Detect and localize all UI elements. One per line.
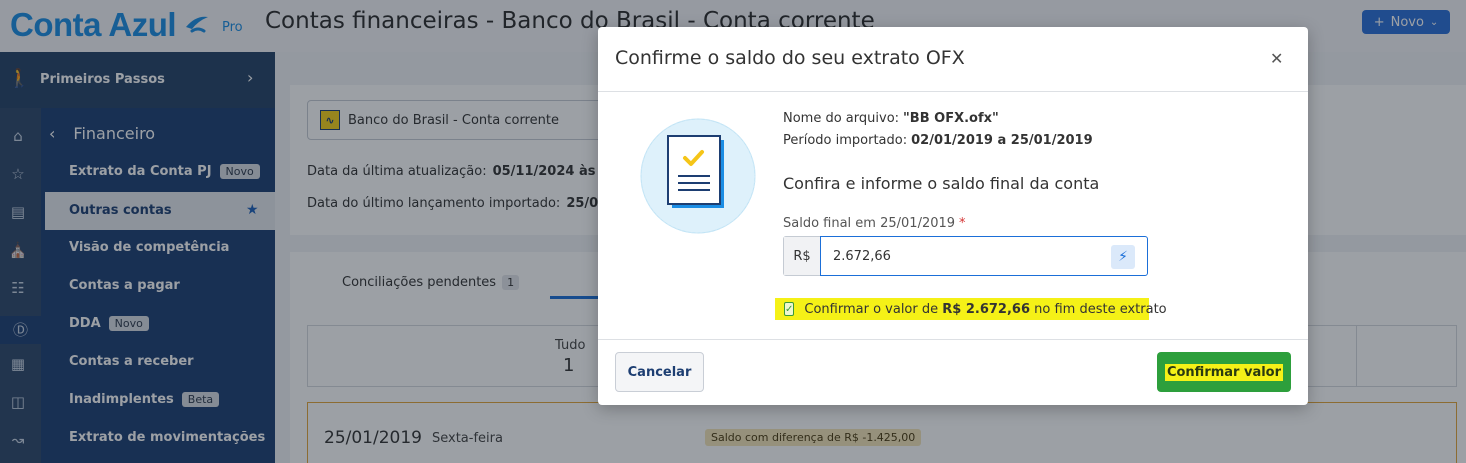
currency-prefix: R$: [784, 237, 821, 275]
imported-period: Período importado: 02/01/2019 a 25/01/201…: [783, 133, 1093, 148]
period-label: Período importado:: [783, 133, 908, 148]
close-icon[interactable]: ✕: [1270, 49, 1283, 68]
file-name: Nome do arquivo: "BB OFX.ofx": [783, 111, 999, 126]
confirm-value-button[interactable]: Confirmar valor: [1157, 352, 1291, 392]
confirm-value-checkbox-row[interactable]: ✓ Confirmar o valor de R$ 2.672,66 no fi…: [775, 298, 1167, 320]
lightning-icon[interactable]: ⚡: [1111, 245, 1135, 269]
file-name-label: Nome do arquivo:: [783, 111, 900, 126]
checkbox-checked[interactable]: ✓: [784, 302, 795, 316]
confirm-balance-dialog: Confirme o saldo do seu extrato OFX ✕ No…: [598, 27, 1308, 405]
dialog-subtitle: Confira e informe o saldo final da conta: [783, 174, 1100, 193]
dialog-title: Confirme o saldo do seu extrato OFX: [615, 47, 965, 69]
period-value: 02/01/2019 a 25/01/2019: [911, 133, 1093, 148]
file-name-value: "BB OFX.ofx": [903, 111, 999, 126]
final-balance-input[interactable]: [820, 236, 1148, 276]
final-balance-field: R$ ⚡: [783, 236, 1148, 276]
confirm-value-label: Confirmar valor: [1164, 363, 1284, 381]
required-mark: *: [959, 216, 966, 231]
final-balance-label-text: Saldo final em 25/01/2019: [783, 216, 956, 231]
confirm-value-text: Confirmar o valor de R$ 2.672,66 no fim …: [804, 302, 1166, 317]
document-check-illustration: [640, 118, 756, 234]
confirm-text-pre: Confirmar o valor de: [804, 301, 939, 317]
confirm-text-value: R$ 2.672,66: [942, 301, 1030, 317]
divider: [598, 91, 1308, 92]
divider: [598, 339, 1308, 340]
cancel-button[interactable]: Cancelar: [615, 352, 704, 392]
confirm-text-post: no fim deste extrato: [1034, 301, 1167, 317]
final-balance-label: Saldo final em 25/01/2019 *: [783, 216, 966, 231]
